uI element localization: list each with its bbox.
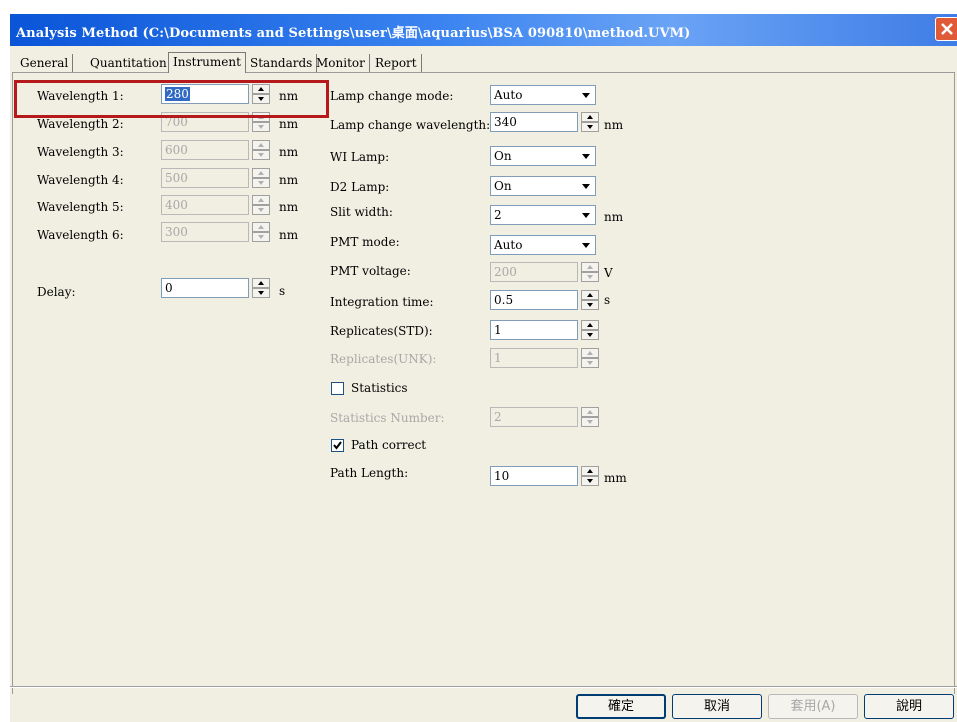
d2-lamp-select[interactable]: On	[490, 176, 596, 196]
wavelength-3-input: 600	[161, 140, 249, 160]
wavelength-5-unit: nm	[279, 200, 299, 214]
highlight-box	[14, 80, 329, 118]
pmt-mode-select[interactable]: Auto	[490, 235, 596, 255]
slit-width-select[interactable]: 2	[490, 205, 596, 225]
tab-standards[interactable]: Standards	[246, 54, 318, 72]
wavelength-5-label: Wavelength 5:	[37, 200, 124, 214]
wavelength-6-input: 300	[161, 222, 249, 242]
tab-general[interactable]: General	[16, 54, 74, 72]
path-length-label: Path Length:	[330, 466, 409, 480]
pmt-voltage-label: PMT voltage:	[330, 264, 411, 278]
title-bar[interactable]: Analysis Method (C:\Documents and Settin…	[10, 14, 957, 46]
integration-time-unit: s	[604, 293, 611, 307]
wavelength-6-spinner	[252, 222, 270, 242]
wavelength-2-unit: nm	[279, 117, 299, 131]
chevron-down-icon	[577, 236, 595, 254]
integration-time-input[interactable]: 0.5	[490, 290, 578, 310]
tab-monitor[interactable]: Monitor	[312, 54, 370, 72]
d2-lamp-label: D2 Lamp:	[330, 180, 390, 194]
wavelength-3-unit: nm	[279, 145, 299, 159]
checkmark-icon	[333, 441, 342, 450]
wavelength-6-unit: nm	[279, 228, 299, 242]
replicates-std-input[interactable]: 1	[490, 320, 578, 340]
statistics-number-spinner	[581, 407, 599, 427]
lamp-change-wavelength-label: Lamp change wavelength:	[330, 118, 491, 132]
footer-divider	[10, 686, 957, 688]
wavelength-4-label: Wavelength 4:	[37, 173, 124, 187]
d2-lamp-value: On	[494, 179, 512, 193]
help-button[interactable]: 說明	[864, 694, 954, 719]
wavelength-2-label: Wavelength 2:	[37, 117, 124, 131]
path-correct-checkbox[interactable]	[331, 439, 344, 452]
wavelength-4-input: 500	[161, 168, 249, 188]
replicates-unk-label: Replicates(UNK):	[330, 352, 437, 366]
delay-unit: s	[279, 284, 286, 298]
wavelength-4-spinner	[252, 168, 270, 188]
cancel-button[interactable]: 取消	[672, 694, 762, 719]
wi-lamp-value: On	[494, 149, 512, 163]
wavelength-3-label: Wavelength 3:	[37, 145, 124, 159]
path-length-unit: mm	[604, 471, 627, 485]
chevron-down-icon	[577, 147, 595, 165]
replicates-unk-spinner	[581, 348, 599, 368]
close-button[interactable]	[935, 17, 957, 41]
lamp-change-mode-value: Auto	[494, 88, 523, 102]
replicates-unk-input: 1	[490, 348, 578, 368]
wavelength-5-input: 400	[161, 195, 249, 215]
wavelength-6-label: Wavelength 6:	[37, 228, 124, 242]
wavelength-3-spinner	[252, 140, 270, 160]
tab-quantitation[interactable]: Quantitation	[86, 54, 172, 72]
wi-lamp-select[interactable]: On	[490, 146, 596, 166]
delay-label: Delay:	[37, 285, 76, 299]
lamp-change-mode-label: Lamp change mode:	[330, 89, 454, 103]
replicates-std-label: Replicates(STD):	[330, 324, 433, 338]
slit-width-label: Slit width:	[330, 205, 393, 219]
statistics-number-input: 2	[490, 407, 578, 427]
pmt-voltage-spinner	[581, 262, 599, 282]
ok-button[interactable]: 確定	[576, 694, 666, 719]
delay-input[interactable]: 0	[161, 278, 249, 298]
chevron-down-icon	[577, 206, 595, 224]
tab-report[interactable]: Report	[371, 54, 422, 72]
slit-width-value: 2	[494, 208, 502, 222]
delay-spinner[interactable]	[252, 278, 270, 298]
path-correct-label: Path correct	[351, 438, 427, 452]
window-title: Analysis Method (C:\Documents and Settin…	[16, 26, 691, 41]
lamp-change-wavelength-unit: nm	[604, 118, 624, 132]
statistics-number-label: Statistics Number:	[330, 411, 445, 425]
lamp-change-wavelength-spinner[interactable]	[581, 112, 599, 132]
wavelength-4-unit: nm	[279, 173, 299, 187]
wi-lamp-label: WI Lamp:	[330, 150, 390, 164]
wavelength-5-spinner	[252, 195, 270, 215]
close-icon	[941, 23, 953, 35]
chevron-down-icon	[577, 177, 595, 195]
integration-time-spinner[interactable]	[581, 290, 599, 310]
statistics-checkbox[interactable]	[331, 382, 344, 395]
pmt-voltage-unit: V	[604, 266, 613, 280]
statistics-label: Statistics	[351, 381, 408, 395]
path-length-spinner[interactable]	[581, 466, 599, 486]
instrument-panel	[12, 72, 955, 694]
replicates-std-spinner[interactable]	[581, 320, 599, 340]
pmt-mode-value: Auto	[494, 238, 523, 252]
slit-width-unit: nm	[604, 210, 624, 224]
path-length-input[interactable]: 10	[490, 466, 578, 486]
lamp-change-wavelength-input[interactable]: 340	[490, 112, 578, 132]
pmt-mode-label: PMT mode:	[330, 235, 400, 249]
pmt-voltage-input: 200	[490, 262, 578, 282]
chevron-down-icon	[577, 86, 595, 104]
apply-button: 套用(A)	[768, 694, 858, 719]
tab-instrument[interactable]: Instrument	[168, 52, 246, 73]
lamp-change-mode-select[interactable]: Auto	[490, 85, 596, 105]
integration-time-label: Integration time:	[330, 295, 434, 309]
